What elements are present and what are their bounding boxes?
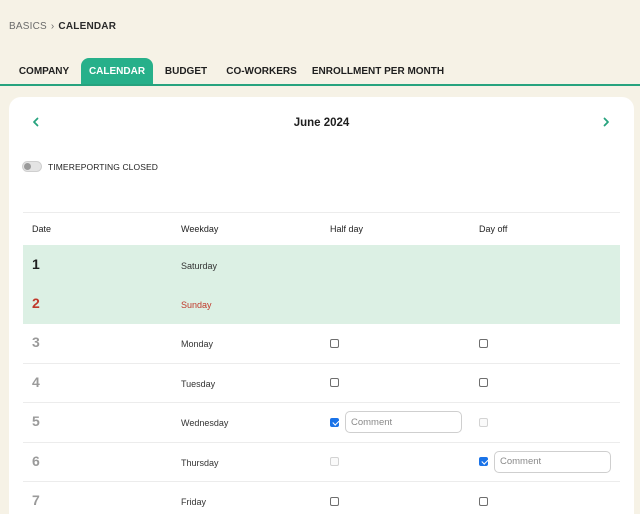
half-day-checkbox[interactable] bbox=[330, 338, 339, 348]
half-day-checkbox bbox=[330, 457, 339, 467]
header-day-off: Day off bbox=[479, 224, 508, 234]
weekday-name: Monday bbox=[181, 339, 214, 350]
day-number: 7 bbox=[32, 492, 40, 509]
half-day-checkbox[interactable] bbox=[330, 417, 339, 427]
table-row: 2 Sunday bbox=[23, 284, 620, 324]
breadcrumb-current: CALENDAR bbox=[58, 21, 117, 32]
breadcrumb-separator: › bbox=[50, 21, 55, 32]
calendar-card: June 2024 TIMEREPORTING CLOSED Date Week… bbox=[9, 97, 634, 514]
table-row: 6 Thursday bbox=[23, 443, 620, 482]
day-number: 3 bbox=[32, 334, 40, 351]
calendar-table: Date Weekday Half day Day off 1 Saturday… bbox=[23, 212, 620, 514]
tab-bar: COMPANY CALENDAR BUDGET CO-WORKERS ENROL… bbox=[0, 58, 640, 86]
table-row: 4 Tuesday bbox=[23, 364, 620, 403]
day-off-checkbox[interactable] bbox=[479, 338, 488, 348]
weekday-name: Sunday bbox=[181, 300, 212, 311]
weekday-name: Wednesday bbox=[181, 418, 229, 429]
timereporting-toggle-label: TIMEREPORTING CLOSED bbox=[48, 161, 158, 172]
breadcrumb: BASICS › CALENDAR bbox=[9, 21, 116, 32]
day-off-checkbox[interactable] bbox=[479, 496, 488, 506]
next-month-button[interactable] bbox=[599, 115, 613, 129]
timereporting-toggle[interactable] bbox=[22, 161, 42, 172]
table-row: 5 Wednesday bbox=[23, 403, 620, 443]
header-weekday: Weekday bbox=[181, 224, 219, 234]
half-day-comment-input[interactable] bbox=[345, 411, 462, 434]
day-off-checkbox bbox=[479, 417, 488, 427]
toggle-knob bbox=[24, 163, 31, 170]
tab-calendar[interactable]: CALENDAR bbox=[81, 58, 153, 84]
weekday-name: Saturday bbox=[181, 260, 218, 271]
table-header: Date Weekday Half day Day off bbox=[23, 213, 620, 245]
header-half-day: Half day bbox=[330, 224, 364, 234]
day-number: 1 bbox=[32, 255, 40, 272]
header-date: Date bbox=[32, 224, 52, 234]
chevron-right-icon bbox=[601, 117, 611, 127]
half-day-checkbox[interactable] bbox=[330, 378, 339, 388]
tab-enrollment-per-month[interactable]: ENROLLMENT PER MONTH bbox=[310, 58, 446, 84]
day-off-checkbox[interactable] bbox=[479, 457, 488, 467]
weekday-name: Tuesday bbox=[181, 378, 216, 389]
day-number: 6 bbox=[32, 452, 40, 469]
timereporting-toggle-row: TIMEREPORTING CLOSED bbox=[22, 161, 158, 172]
table-row: 3 Monday bbox=[23, 324, 620, 364]
day-number: 2 bbox=[32, 295, 40, 312]
weekday-name: Thursday bbox=[181, 457, 219, 468]
day-off-checkbox[interactable] bbox=[479, 378, 488, 388]
day-number: 5 bbox=[32, 413, 40, 430]
half-day-checkbox[interactable] bbox=[330, 496, 339, 506]
weekday-name: Friday bbox=[181, 497, 207, 508]
tab-budget[interactable]: BUDGET bbox=[158, 58, 214, 84]
day-number: 4 bbox=[32, 373, 40, 390]
day-off-comment-input[interactable] bbox=[494, 450, 611, 473]
tab-company[interactable]: COMPANY bbox=[10, 58, 78, 84]
month-title: June 2024 bbox=[293, 117, 350, 129]
tab-co-workers[interactable]: CO-WORKERS bbox=[222, 58, 301, 84]
breadcrumb-root[interactable]: BASICS bbox=[9, 21, 47, 32]
table-row: 7 Friday bbox=[23, 482, 620, 514]
table-row: 1 Saturday bbox=[23, 245, 620, 285]
